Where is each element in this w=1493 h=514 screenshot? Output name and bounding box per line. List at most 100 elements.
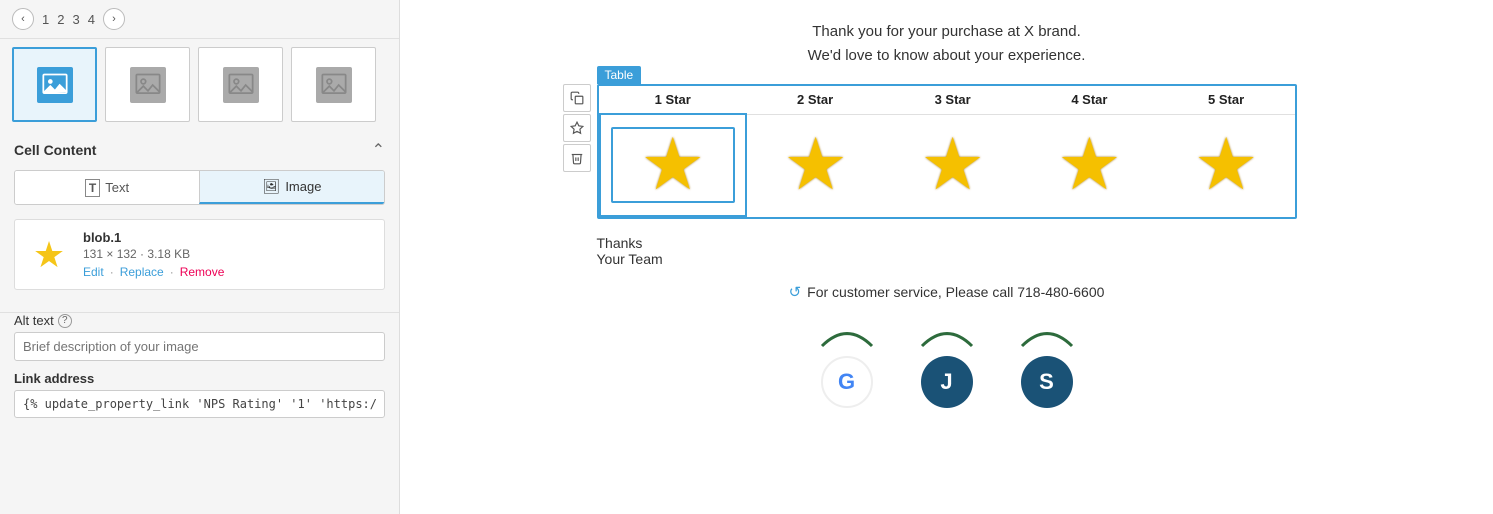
- page-number-2[interactable]: 2: [57, 12, 64, 27]
- thumb-icon-2: [130, 67, 166, 103]
- intro-line1: Thank you for your purchase at X brand.: [808, 20, 1086, 44]
- tab-text-button[interactable]: T Text: [15, 171, 199, 204]
- star-cell-5[interactable]: ★: [1158, 114, 1295, 216]
- blob-details: blob.1 131 × 132 · 3.18 KB Edit · Replac…: [83, 230, 374, 279]
- star-cell-3[interactable]: ★: [884, 114, 1021, 216]
- j-icon-wrapper: J: [917, 321, 977, 408]
- alt-text-label: Alt text ?: [14, 313, 385, 328]
- image-info-box: ★ blob.1 131 × 132 · 3.18 KB Edit · Repl…: [14, 219, 385, 290]
- edit-link[interactable]: Edit: [83, 265, 104, 279]
- thumbnail-2[interactable]: [105, 47, 190, 122]
- tab-switcher: T Text 🖼 Image: [14, 170, 385, 205]
- star-icon-1: ★: [640, 129, 705, 201]
- star-icon-4: ★: [1057, 129, 1122, 201]
- thumb-icon-3: [223, 67, 259, 103]
- col-header-3-star: 3 Star: [884, 86, 1021, 114]
- j-arc-svg: [917, 321, 977, 351]
- email-intro: Thank you for your purchase at X brand. …: [808, 20, 1086, 68]
- thumbnail-4[interactable]: [291, 47, 376, 122]
- table-tool-star[interactable]: [563, 114, 591, 142]
- table-tool-delete[interactable]: [563, 144, 591, 172]
- table-label-tag: Table: [597, 66, 642, 84]
- intro-line2: We'd love to know about your experience.: [808, 44, 1086, 68]
- prev-page-button[interactable]: ‹: [12, 8, 34, 30]
- customer-service-text: For customer service, Please call 718-48…: [807, 284, 1104, 300]
- table-area: Table 1 Star 2 Star 3 Star 4 Star 5 Star: [597, 84, 1297, 219]
- blob-name: blob.1: [83, 230, 374, 245]
- google-g-letter: G: [838, 369, 855, 395]
- collapse-button[interactable]: ⌃: [372, 140, 385, 160]
- thanks-line1: Thanks: [597, 235, 1297, 251]
- tab-text-label: Text: [105, 180, 129, 195]
- thanks-section: Thanks Your Team: [597, 235, 1297, 283]
- next-page-button[interactable]: ›: [103, 8, 125, 30]
- star-1-selected: ★: [611, 127, 735, 203]
- star-5: ★: [1168, 129, 1285, 201]
- alt-text-group: Alt text ?: [0, 313, 399, 361]
- refresh-icon: ↺: [789, 283, 802, 301]
- alt-text-input[interactable]: [14, 332, 385, 361]
- s-letter: S: [1039, 369, 1054, 395]
- star-icon-5: ★: [1194, 129, 1259, 201]
- link-address-input[interactable]: [14, 390, 385, 418]
- social-google[interactable]: G: [817, 321, 877, 408]
- google-arc-svg: [817, 321, 877, 351]
- remove-link[interactable]: Remove: [180, 265, 225, 279]
- col-header-5-star: 5 Star: [1158, 86, 1295, 114]
- google-icon-wrapper: G: [817, 321, 877, 408]
- page-number-4[interactable]: 4: [88, 12, 95, 27]
- social-j[interactable]: J: [917, 321, 977, 408]
- page-number-1[interactable]: 1: [42, 12, 49, 27]
- section-header: Cell Content ⌃: [14, 140, 385, 160]
- page-number-3[interactable]: 3: [72, 12, 79, 27]
- sep-2: ·: [170, 265, 174, 279]
- main-content: Thank you for your purchase at X brand. …: [400, 0, 1493, 514]
- thumbnail-grid: [0, 39, 399, 130]
- thanks-line2: Your Team: [597, 251, 1297, 267]
- thumbnail-3[interactable]: [198, 47, 283, 122]
- s-circle: S: [1021, 356, 1073, 408]
- social-s[interactable]: S: [1017, 321, 1077, 408]
- star-3: ★: [894, 129, 1011, 201]
- col-header-4-star: 4 Star: [1021, 86, 1158, 114]
- google-circle: G: [821, 356, 873, 408]
- tab-image-button[interactable]: 🖼 Image: [199, 171, 384, 204]
- alt-text-help-icon[interactable]: ?: [58, 314, 72, 328]
- blob-dimensions-size: 131 × 132 · 3.18 KB: [83, 247, 374, 261]
- pagination-row: ‹ 1 2 3 4 ›: [0, 0, 399, 39]
- cell-content-section: Cell Content ⌃ T Text 🖼 Image ★ blob.1 1…: [0, 130, 399, 313]
- star-cell-1[interactable]: ★: [600, 114, 746, 216]
- tab-image-label: Image: [285, 179, 321, 194]
- customer-service-row: ↺ For customer service, Please call 718-…: [789, 283, 1105, 301]
- table-tools: [563, 84, 591, 172]
- link-address-label: Link address: [14, 371, 385, 386]
- thumb-icon-1: [37, 67, 73, 103]
- star-4: ★: [1031, 129, 1148, 201]
- star-cell-4[interactable]: ★: [1021, 114, 1158, 216]
- image-icon: 🖼: [263, 178, 281, 195]
- thumbnail-1[interactable]: [12, 47, 97, 122]
- j-letter: J: [940, 369, 952, 395]
- link-address-group: Link address: [0, 371, 399, 418]
- s-icon-wrapper: S: [1017, 321, 1077, 408]
- star-icon-2: ★: [783, 129, 848, 201]
- col-header-2-star: 2 Star: [746, 86, 884, 114]
- text-icon: T: [85, 179, 100, 197]
- star-preview: ★: [25, 231, 73, 279]
- sep-1: ·: [110, 265, 114, 279]
- social-row: G J S: [817, 321, 1077, 408]
- blob-actions: Edit · Replace · Remove: [83, 265, 374, 279]
- table-tool-copy[interactable]: [563, 84, 591, 112]
- star-cell-2[interactable]: ★: [746, 114, 884, 216]
- s-arc-svg: [1017, 321, 1077, 351]
- star-rating-table-container: 1 Star 2 Star 3 Star 4 Star 5 Star ★: [597, 84, 1297, 219]
- star-icon-3: ★: [920, 129, 985, 201]
- left-panel: ‹ 1 2 3 4 › Cell: [0, 0, 400, 514]
- star-2: ★: [757, 129, 874, 201]
- thumb-icon-4: [316, 67, 352, 103]
- j-circle: J: [921, 356, 973, 408]
- blob-dimensions: 131 × 132: [83, 247, 137, 261]
- star-rating-table: 1 Star 2 Star 3 Star 4 Star 5 Star ★: [599, 86, 1295, 217]
- col-header-1-star: 1 Star: [600, 86, 746, 114]
- replace-link[interactable]: Replace: [120, 265, 164, 279]
